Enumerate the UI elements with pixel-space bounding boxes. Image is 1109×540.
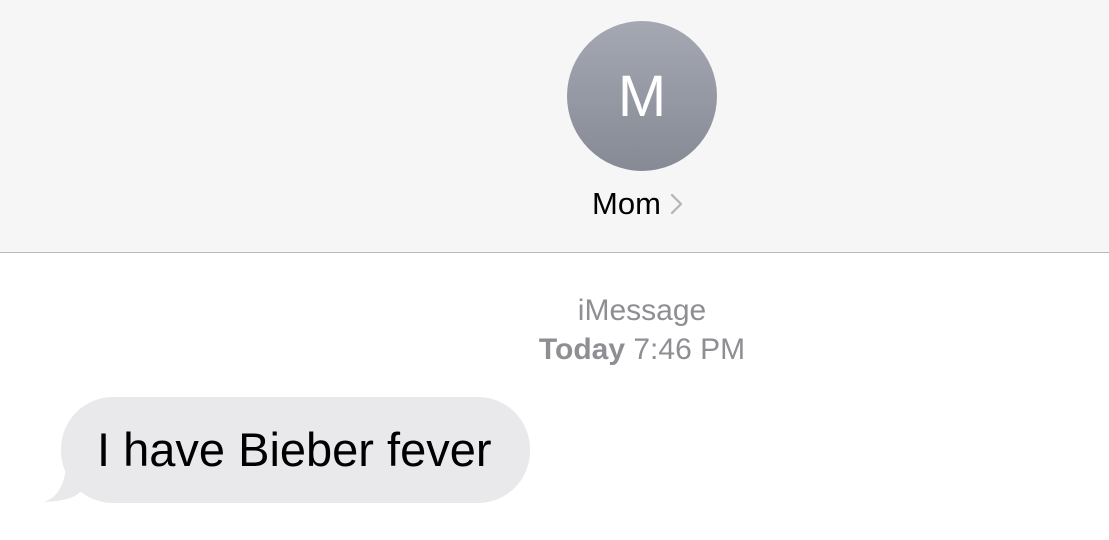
avatar-initial: M <box>617 64 667 129</box>
message-bubble[interactable]: I have Bieber fever <box>61 397 530 503</box>
contact-avatar[interactable]: M <box>567 21 717 171</box>
message-timestamp: Today 7:46 PM <box>0 333 1109 367</box>
incoming-message[interactable]: I have Bieber fever <box>44 397 530 503</box>
contact-name-button[interactable]: Mom <box>592 186 683 222</box>
chevron-right-icon <box>670 193 682 215</box>
service-label: iMessage <box>577 294 707 327</box>
timestamp-day: Today <box>538 333 626 366</box>
contact-name: Mom <box>592 186 661 221</box>
timestamp-time: 7:46 PM <box>633 333 746 366</box>
message-text: I have Bieber fever <box>97 423 492 476</box>
conversation-header: M Mom <box>0 0 1109 253</box>
